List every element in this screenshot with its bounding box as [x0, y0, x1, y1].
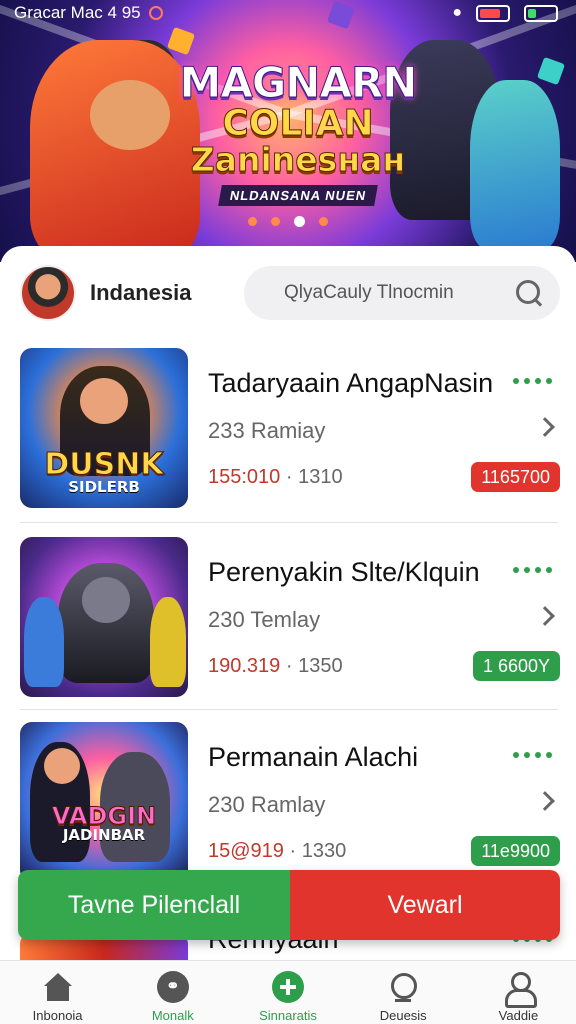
nav-tab-profile[interactable]: Vaddie — [461, 961, 576, 1024]
nav-tab-add[interactable]: Sinnaratis — [230, 961, 345, 1024]
nav-tab-discover[interactable]: ⚭ Monalk — [115, 961, 230, 1024]
divider — [20, 709, 558, 710]
carousel-dot-active[interactable] — [294, 216, 305, 227]
bottom-navigation: Inbonoia ⚭ Monalk Sinnaratis Deuesis Vad… — [0, 960, 576, 1024]
recording-dot-icon — [148, 6, 163, 20]
game-list-item[interactable]: Perenyakin Slte/Klquin 230 Temlay 190.31… — [20, 537, 560, 707]
game-list-item[interactable]: DUSNK SIDLERB Tadaryaain AngapNasin 233 R… — [20, 348, 560, 518]
game-thumbnail[interactable]: VADGIN JADINBAR — [20, 722, 188, 882]
game-thumbnail-logo: VADGIN JADINBAR — [51, 801, 157, 844]
nav-label: Inbonoia — [32, 1008, 83, 1023]
region-label: Indanesia — [90, 280, 192, 305]
game-stats: 15@919 · 1330 — [208, 840, 347, 862]
add-icon — [272, 971, 304, 1003]
game-players: 230 Ramlay — [208, 792, 326, 817]
game-badge[interactable]: 1165700 — [471, 462, 560, 492]
more-options-icon[interactable] — [513, 567, 552, 573]
status-bar: Gracar Mac 4 95 ● — [0, 0, 576, 26]
banner-character — [30, 40, 200, 260]
more-options-icon[interactable] — [513, 752, 552, 758]
search-input[interactable] — [284, 282, 514, 304]
secondary-action-button[interactable]: Vewarl — [290, 870, 560, 940]
banner-cube — [536, 56, 566, 86]
search-icon — [387, 971, 419, 1003]
chevron-right-icon[interactable] — [535, 606, 555, 626]
battery-icon — [524, 4, 558, 22]
chevron-right-icon[interactable] — [535, 791, 555, 811]
status-carrier-time: Gracar Mac 4 95 — [14, 3, 141, 22]
game-badge[interactable]: 1 6600Y — [472, 651, 560, 681]
search-icon[interactable] — [514, 278, 544, 308]
banner-title-line2: COLIAN — [222, 103, 374, 145]
disc-icon: ⚭ — [156, 971, 189, 1003]
nav-label: Vaddie — [498, 1008, 539, 1023]
divider — [20, 522, 558, 523]
banner-title-line3: Zaninesнан — [190, 140, 406, 180]
game-thumbnail[interactable]: DUSNK SIDLERB — [20, 348, 188, 508]
wifi-icon: ● — [452, 4, 462, 21]
banner-cube — [166, 26, 196, 56]
action-bar: Tavne Pilenclall Vewarl — [18, 870, 560, 940]
header-row: Indanesia — [20, 263, 560, 323]
battery-icon — [476, 4, 510, 22]
game-stats: 155:010 · 1310 — [208, 466, 343, 488]
search-bar[interactable] — [244, 266, 560, 320]
carousel-dot[interactable] — [248, 217, 257, 226]
nav-label: Monalk — [151, 1008, 194, 1023]
primary-action-button[interactable]: Tavne Pilenclall — [18, 870, 290, 940]
game-badge[interactable]: 11e9900 — [471, 836, 560, 866]
game-players: 230 Temlay — [208, 607, 321, 632]
banner-title-line1: MAGNARN — [179, 58, 418, 108]
more-options-icon[interactable] — [513, 378, 552, 384]
nav-label: Deuesis — [379, 1008, 427, 1023]
nav-label: Sinnaratis — [259, 1008, 317, 1023]
carousel-dots[interactable] — [0, 216, 576, 227]
nav-tab-search[interactable]: Deuesis — [346, 961, 461, 1024]
game-title: Perenyakin Slte/Klquin — [208, 557, 480, 587]
game-stats: 190.319 · 1350 — [208, 655, 343, 677]
avatar[interactable] — [20, 265, 76, 321]
banner-subtitle: NLDANSANA NUEN — [217, 185, 378, 206]
game-title: Permanain Alachi — [208, 742, 419, 772]
game-title: Tadaryaain AngapNasin — [208, 368, 494, 398]
game-players: 233 Ramiay — [208, 418, 326, 443]
home-icon — [42, 971, 74, 1003]
chevron-right-icon[interactable] — [535, 417, 555, 437]
game-thumbnail[interactable] — [20, 537, 188, 697]
game-list-item[interactable]: VADGIN JADINBAR Permanain Alachi 230 Raml… — [20, 722, 560, 892]
banner-title: MAGNARN COLIAN Zaninesнан NLDANSANA NUEN — [178, 58, 418, 206]
hero-banner[interactable]: MAGNARN COLIAN Zaninesнан NLDANSANA NUEN — [0, 0, 576, 262]
nav-tab-home[interactable]: Inbonoia — [0, 961, 115, 1024]
carousel-dot[interactable] — [271, 217, 280, 226]
user-icon — [502, 971, 538, 1008]
carousel-dot[interactable] — [319, 217, 328, 226]
game-thumbnail-logo: DUSNK SIDLERB — [44, 447, 164, 496]
